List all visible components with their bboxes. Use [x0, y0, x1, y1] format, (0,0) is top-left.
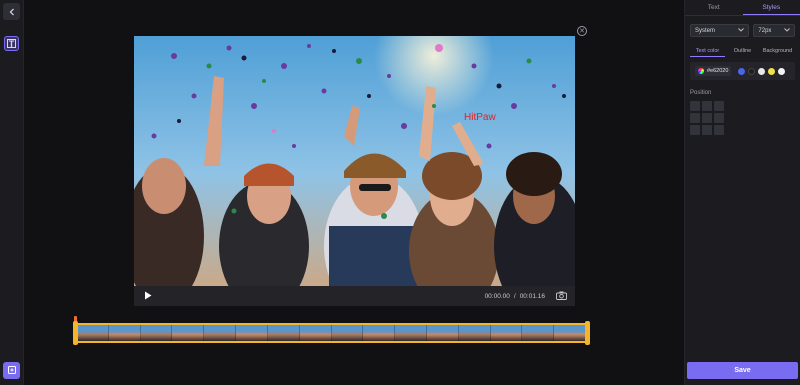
color-swatch[interactable]	[758, 67, 766, 75]
subtab-text-color[interactable]: Text color	[690, 45, 725, 57]
save-button[interactable]: Save	[687, 362, 798, 379]
timeline-frame	[426, 325, 459, 341]
position-bottom-center[interactable]	[702, 125, 712, 135]
chevron-left-icon	[8, 3, 16, 21]
timeline-frame	[522, 325, 555, 341]
timeline-frame	[108, 325, 141, 341]
timeline-frames	[77, 325, 586, 341]
time-display: 00:00.00 / 00:01.16	[485, 293, 545, 300]
back-button[interactable]	[3, 3, 20, 20]
timeline-frame	[395, 325, 427, 341]
color-swatch[interactable]	[768, 67, 776, 75]
color-swatch[interactable]	[748, 67, 756, 75]
chevron-down-icon	[784, 27, 790, 34]
close-icon: ✕	[579, 27, 585, 35]
camera-icon	[555, 287, 567, 305]
position-grid	[690, 101, 800, 135]
video-frame-image	[134, 36, 575, 286]
subtab-background[interactable]: Background	[760, 45, 795, 57]
position-top-right[interactable]	[714, 101, 724, 111]
font-size-value: 72px	[758, 27, 772, 34]
player-controls: 00:00.00 / 00:01.16	[134, 286, 575, 306]
font-family-select[interactable]: System	[690, 24, 750, 37]
export-icon	[7, 362, 17, 380]
font-family-value: System	[695, 27, 716, 34]
color-wheel-icon	[698, 68, 704, 74]
hex-color-field[interactable]: #e62020	[695, 66, 732, 76]
video-preview[interactable]: HitPaw	[134, 36, 575, 286]
timeline-frame	[458, 325, 491, 341]
time-separator: /	[513, 292, 516, 300]
timeline-frame	[172, 325, 205, 341]
panel-tabs: Text Styles	[685, 0, 800, 16]
chevron-down-icon	[738, 27, 745, 34]
timeline-frame	[140, 325, 173, 341]
timeline-frame	[490, 325, 523, 341]
position-center[interactable]	[702, 113, 712, 123]
color-swatch[interactable]	[738, 67, 746, 75]
position-bottom-right[interactable]	[714, 125, 724, 135]
timeline-frame	[554, 325, 586, 341]
timeline-frame	[77, 325, 109, 341]
position-middle-left[interactable]	[690, 113, 700, 123]
color-swatches	[738, 67, 786, 75]
snapshot-button[interactable]	[555, 291, 567, 301]
position-middle-right[interactable]	[714, 113, 724, 123]
total-time: 00:01.16	[519, 292, 545, 300]
timeline-frame	[267, 325, 300, 341]
font-size-select[interactable]: 72px	[753, 24, 795, 37]
position-label: Position	[690, 90, 712, 96]
color-swatch[interactable]	[778, 67, 786, 75]
color-picker-row: #e62020	[690, 62, 795, 80]
tab-text[interactable]: Text	[685, 0, 743, 15]
export-button[interactable]	[3, 362, 20, 379]
hex-color-value: #e62020	[707, 68, 729, 74]
tab-styles[interactable]: Styles	[742, 0, 800, 15]
style-subtabs: Text color Outline Background	[690, 45, 795, 57]
timeline-frame	[236, 325, 268, 341]
text-overlay[interactable]: HitPaw	[464, 112, 496, 123]
text-tool-button[interactable]: T	[4, 36, 19, 51]
play-button[interactable]	[142, 290, 154, 302]
position-bottom-left[interactable]	[690, 125, 700, 135]
subtab-outline[interactable]: Outline	[725, 45, 760, 57]
position-top-left[interactable]	[690, 101, 700, 111]
current-time: 00:00.00	[484, 292, 510, 300]
text-tool-icon: T	[7, 39, 16, 49]
timeline-frame	[363, 325, 396, 341]
timeline-frame	[331, 325, 364, 341]
timeline-frame	[204, 325, 237, 341]
properties-panel: Text Styles System 72px Text color Outli…	[684, 0, 800, 385]
app-window: T HitPaw ✕ 00:00.00 / 00:01.16 Text Styl…	[0, 0, 800, 385]
trim-handle-right[interactable]	[585, 321, 590, 345]
trim-handle-left[interactable]	[73, 321, 78, 345]
timeline-frame	[299, 325, 332, 341]
timeline-track[interactable]	[75, 323, 588, 343]
left-toolbar: T	[0, 0, 24, 385]
play-icon	[144, 287, 152, 305]
close-overlay-button[interactable]: ✕	[577, 26, 587, 36]
position-top-center[interactable]	[702, 101, 712, 111]
font-selects: System 72px	[685, 16, 800, 37]
